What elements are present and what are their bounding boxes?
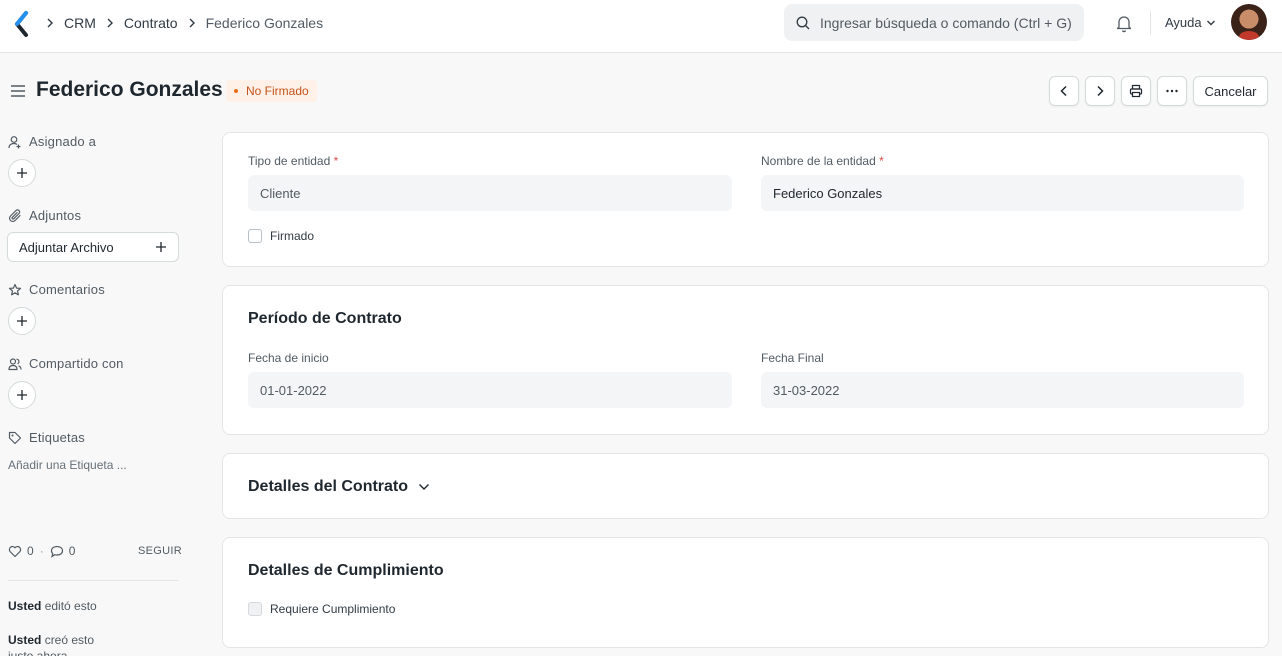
plus-icon	[17, 316, 27, 326]
print-button[interactable]	[1121, 76, 1151, 106]
printer-icon	[1129, 84, 1143, 98]
page-title: Federico Gonzales	[36, 78, 223, 101]
star-icon	[8, 283, 22, 295]
chevron-down-icon	[1206, 20, 1215, 25]
timeline-user[interactable]: Usted	[8, 599, 41, 613]
start-date-label: Fecha de inicio	[248, 351, 329, 365]
timeline-item: Usted creó esto justo ahora	[8, 632, 118, 656]
app-logo-icon[interactable]	[12, 10, 32, 38]
signed-label: Firmado	[270, 229, 315, 243]
comments-label: Comentarios	[29, 282, 105, 297]
start-date-field[interactable]: 01-01-2022	[248, 372, 732, 408]
sidebar-divider	[8, 580, 178, 581]
timeline-user[interactable]: Usted	[8, 633, 41, 647]
contract-details-header[interactable]: Detalles del Contrato	[248, 478, 430, 496]
like-comment-counts: 0 · 0	[8, 544, 75, 558]
paperclip-icon	[8, 208, 21, 222]
user-add-icon	[8, 135, 21, 148]
status-label: No Firmado	[246, 84, 309, 98]
search-input[interactable]: Ingresar búsqueda o comando (Ctrl + G)	[784, 4, 1084, 41]
breadcrumb: CRM Contrato Federico Gonzales	[46, 14, 333, 32]
heart-icon[interactable]	[8, 545, 22, 558]
section-title: Período de Contrato	[248, 310, 402, 327]
attach-file-button[interactable]: Adjuntar Archivo	[7, 232, 179, 262]
add-assignee-button[interactable]	[8, 159, 36, 187]
end-date-field[interactable]: 31-03-2022	[761, 372, 1244, 408]
entity-type-label-text: Tipo de entidad	[248, 154, 331, 168]
timeline-action: editó esto	[44, 599, 97, 613]
contract-period-card: Período de Contrato Fecha de inicio 01-0…	[222, 285, 1269, 435]
timeline-item: Usted editó esto	[8, 599, 97, 613]
attachments-label: Adjuntos	[29, 208, 82, 223]
chevron-right-icon	[106, 18, 114, 28]
requires-fulfilment-checkbox[interactable]	[248, 602, 262, 616]
sidebar-toggle-icon[interactable]	[10, 84, 26, 98]
entity-card: Tipo de entidad * Cliente Nombre de la e…	[222, 132, 1269, 267]
breadcrumb-crm[interactable]: CRM	[64, 15, 96, 31]
add-tag-link[interactable]: Añadir una Etiqueta ...	[8, 458, 127, 472]
next-doc-button[interactable]	[1085, 76, 1115, 106]
help-label: Ayuda	[1165, 15, 1202, 30]
end-date-label: Fecha Final	[761, 351, 824, 365]
breadcrumb-contrato[interactable]: Contrato	[124, 15, 178, 31]
more-actions-button[interactable]	[1157, 76, 1187, 106]
assigned-to-section: Asignado a	[8, 134, 96, 149]
breadcrumb-current[interactable]: Federico Gonzales	[206, 15, 324, 31]
plus-icon	[17, 390, 27, 400]
required-mark: *	[333, 154, 339, 168]
status-badge: No Firmado	[226, 80, 317, 102]
tags-label: Etiquetas	[29, 430, 86, 445]
cancel-button[interactable]: Cancelar	[1193, 76, 1268, 106]
comment-count: 0	[68, 544, 76, 558]
top-navbar: CRM Contrato Federico Gonzales Ingresar …	[0, 0, 1282, 53]
navbar-divider	[1150, 11, 1151, 35]
attachments-section: Adjuntos	[8, 208, 81, 223]
status-dot	[234, 89, 238, 93]
plus-icon	[156, 242, 166, 252]
comments-section: Comentarios	[8, 282, 105, 297]
entity-type-field[interactable]: Cliente	[248, 175, 732, 211]
add-comment-button[interactable]	[8, 307, 36, 335]
tag-icon	[8, 431, 22, 444]
requires-fulfilment-label: Requiere Cumplimiento	[270, 602, 396, 616]
attach-file-label: Adjuntar Archivo	[19, 239, 114, 255]
entity-name-label: Nombre de la entidad *	[761, 154, 884, 168]
notification-bell-icon[interactable]	[1114, 13, 1134, 33]
shared-with-section: Compartido con	[8, 356, 124, 371]
chevron-right-icon	[1097, 85, 1104, 97]
fulfilment-card: Detalles de Cumplimiento Requiere Cumpli…	[222, 537, 1269, 648]
search-icon	[796, 16, 810, 30]
section-title: Detalles del Contrato	[248, 478, 409, 495]
help-dropdown[interactable]: Ayuda	[1165, 15, 1216, 30]
user-avatar[interactable]	[1231, 4, 1267, 40]
entity-name-label-text: Nombre de la entidad	[761, 154, 876, 168]
plus-icon	[17, 168, 27, 178]
chevron-right-icon	[46, 18, 54, 28]
section-title: Detalles de Cumplimiento	[248, 562, 444, 579]
users-icon	[8, 357, 22, 370]
assigned-to-label: Asignado a	[29, 134, 97, 149]
chevron-down-icon	[419, 484, 430, 490]
signed-checkbox[interactable]	[248, 229, 262, 243]
previous-doc-button[interactable]	[1049, 76, 1079, 106]
shared-with-label: Compartido con	[29, 356, 124, 371]
tags-section: Etiquetas	[8, 430, 85, 445]
entity-type-label: Tipo de entidad *	[248, 154, 338, 168]
comment-bubble-icon	[50, 545, 63, 558]
ellipsis-icon	[1166, 89, 1178, 93]
add-share-button[interactable]	[8, 381, 36, 409]
chevron-left-icon	[1060, 85, 1067, 97]
search-placeholder: Ingresar búsqueda o comando (Ctrl + G)	[820, 14, 1072, 31]
chevron-right-icon	[188, 18, 196, 28]
follow-button[interactable]: SEGUIR	[138, 545, 182, 557]
required-mark: *	[879, 154, 884, 168]
like-count: 0	[27, 544, 34, 558]
contract-details-card[interactable]: Detalles del Contrato	[222, 453, 1269, 519]
entity-name-field[interactable]: Federico Gonzales	[761, 175, 1244, 211]
separator-dot: ·	[39, 544, 44, 558]
